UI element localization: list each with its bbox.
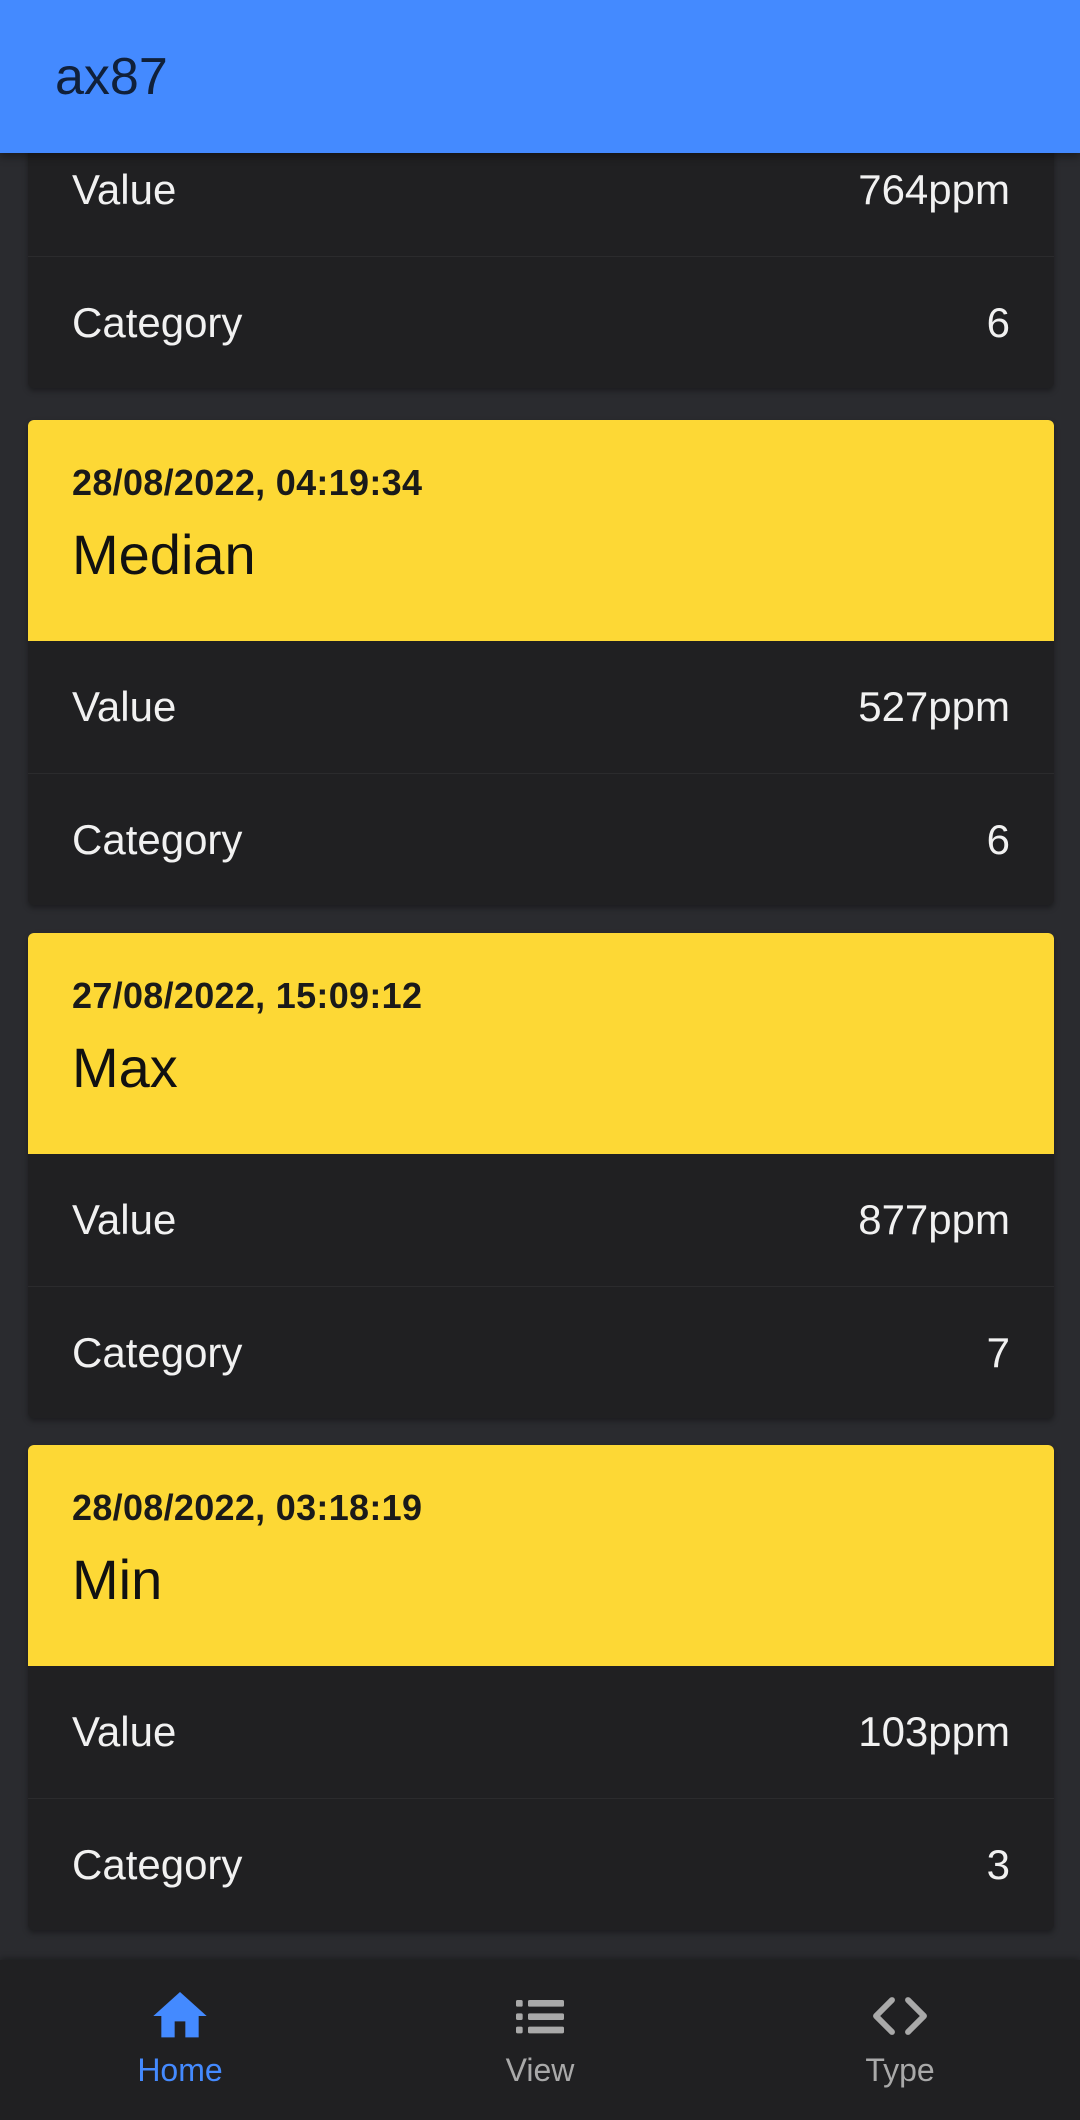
card-header: 28/08/2022, 03:18:19 Min: [28, 1445, 1054, 1666]
app-root: ax87 Value 764ppm Category 6 28/08/2022,…: [0, 0, 1080, 2120]
row-label: Value: [72, 166, 177, 213]
row-value: 3: [986, 1840, 1010, 1888]
measurement-list[interactable]: Value 764ppm Category 6 28/08/2022, 04:1…: [0, 0, 1080, 1960]
card-timestamp: 28/08/2022, 03:18:19: [72, 1487, 423, 1528]
nav-label: Home: [137, 2052, 223, 2088]
nav-label: View: [505, 2052, 575, 2088]
value-row: Value 103ppm: [28, 1666, 1054, 1798]
category-row: Category 3: [28, 1798, 1054, 1930]
nav-label: Type: [865, 2052, 935, 2088]
value-row: Value 877ppm: [28, 1154, 1054, 1286]
card-title: Max: [72, 1036, 178, 1099]
measurement-card-median[interactable]: 28/08/2022, 04:19:34 Median Value 527ppm…: [28, 420, 1054, 905]
nav-view[interactable]: View: [360, 1960, 720, 2120]
card-title: Min: [72, 1548, 163, 1611]
measurement-card-min[interactable]: 28/08/2022, 03:18:19 Min Value 103ppm Ca…: [28, 1445, 1054, 1930]
app-bar: ax87: [0, 0, 1080, 153]
nav-type[interactable]: Type: [720, 1960, 1080, 2120]
row-value: 764ppm: [858, 166, 1010, 213]
card-title: Median: [72, 523, 256, 586]
bottom-navigation: Home View Type: [0, 1960, 1080, 2120]
card-header: 28/08/2022, 04:19:34 Median: [28, 420, 1054, 641]
nav-home[interactable]: Home: [0, 1960, 360, 2120]
row-label: Category: [72, 298, 243, 346]
row-label: Value: [72, 1196, 177, 1243]
card-header: 27/08/2022, 15:09:12 Max: [28, 933, 1054, 1154]
row-label: Value: [72, 1708, 177, 1755]
row-value: 527ppm: [858, 683, 1010, 730]
row-value: 6: [986, 815, 1010, 863]
category-row: Category 6: [28, 773, 1054, 905]
app-title: ax87: [55, 47, 168, 106]
row-label: Category: [72, 1328, 243, 1376]
row-label: Category: [72, 1840, 243, 1888]
row-value: 877ppm: [858, 1196, 1010, 1243]
row-value: 6: [986, 298, 1010, 346]
home-icon: [153, 1992, 207, 2038]
value-row: Value 527ppm: [28, 641, 1054, 773]
list-icon: [516, 2000, 564, 2034]
code-icon: [873, 1997, 927, 2035]
measurement-card-max[interactable]: 27/08/2022, 15:09:12 Max Value 877ppm Ca…: [28, 933, 1054, 1418]
category-row: Category 6: [28, 256, 1054, 388]
row-label: Category: [72, 815, 243, 863]
measurement-card[interactable]: Value 764ppm Category 6: [28, 124, 1054, 388]
card-timestamp: 27/08/2022, 15:09:12: [72, 975, 423, 1016]
row-value: 103ppm: [858, 1708, 1010, 1755]
row-label: Value: [72, 683, 177, 730]
category-row: Category 7: [28, 1286, 1054, 1418]
row-value: 7: [986, 1328, 1010, 1376]
card-timestamp: 28/08/2022, 04:19:34: [72, 462, 423, 503]
